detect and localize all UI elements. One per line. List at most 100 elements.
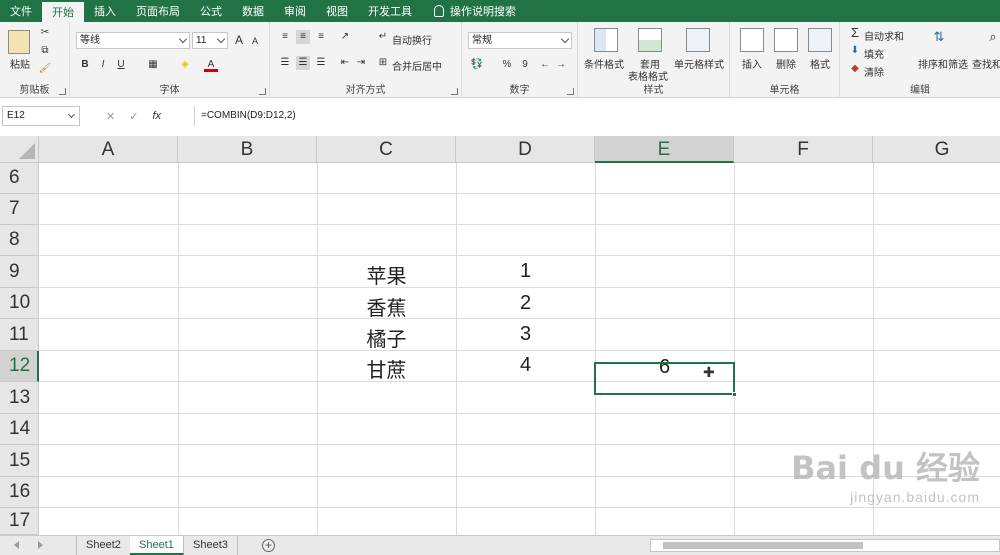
alignment-launcher-icon[interactable]	[451, 88, 458, 95]
autosum-button[interactable]: 自动求和	[864, 28, 904, 43]
row-header-11[interactable]: 11	[0, 319, 39, 351]
clipboard-launcher-icon[interactable]	[59, 88, 66, 95]
tab-page-layout[interactable]: 页面布局	[126, 0, 190, 22]
row-header-16[interactable]: 16	[0, 477, 39, 508]
border-icon[interactable]: ▦	[146, 58, 160, 72]
column-header-d[interactable]: D	[456, 136, 595, 163]
grow-font-button[interactable]: A	[232, 33, 246, 47]
tab-insert[interactable]: 插入	[84, 0, 126, 22]
cell-c10[interactable]: 香蕉	[317, 292, 456, 321]
number-launcher-icon[interactable]	[567, 88, 574, 95]
select-all-button[interactable]	[0, 136, 39, 163]
formula-input[interactable]: =COMBIN(D9:D12,2)	[194, 106, 998, 126]
underline-button[interactable]: U	[114, 58, 128, 72]
tab-view[interactable]: 视图	[316, 0, 358, 22]
cell-d10[interactable]: 2	[456, 292, 595, 315]
tell-me-search[interactable]: 操作说明搜索	[422, 0, 516, 22]
percent-button[interactable]: %	[500, 58, 514, 72]
find-select-icon[interactable]: ⌕	[986, 30, 1000, 44]
insert-cells-button[interactable]: 插入	[742, 56, 762, 71]
enter-icon[interactable]: ✓	[129, 110, 138, 123]
cell-d12[interactable]: 4	[456, 354, 595, 377]
font-color-button[interactable]: A	[204, 58, 218, 72]
column-header-a[interactable]: A	[39, 136, 178, 163]
row-header-10[interactable]: 10	[0, 288, 39, 319]
merge-center-button[interactable]: 合并后居中	[392, 58, 442, 73]
fill-color-icon[interactable]: ◈	[178, 58, 192, 72]
accounting-format-icon[interactable]: 💱	[470, 58, 484, 72]
merge-center-icon[interactable]: ⊞	[376, 56, 390, 70]
column-header-g[interactable]: G	[873, 136, 1000, 163]
column-header-e[interactable]: E	[595, 136, 734, 163]
tab-review[interactable]: 审阅	[274, 0, 316, 22]
tab-formulas[interactable]: 公式	[190, 0, 232, 22]
row-header-9[interactable]: 9	[0, 256, 39, 288]
align-middle-icon[interactable]: ≡	[296, 30, 310, 44]
row-header-7[interactable]: 7	[0, 194, 39, 225]
sort-filter-button[interactable]: 排序和筛选	[918, 56, 968, 71]
find-select-button[interactable]: 查找和	[972, 56, 1000, 71]
scrollbar-thumb[interactable]	[663, 542, 863, 549]
name-box[interactable]: E12	[2, 106, 80, 126]
orientation-icon[interactable]: ↗	[338, 30, 352, 44]
cell-c12[interactable]: 甘蔗	[317, 354, 456, 383]
cell-d11[interactable]: 3	[456, 323, 595, 346]
delete-cells-icon[interactable]	[774, 28, 798, 52]
sheet-tab-sheet2[interactable]: Sheet2	[76, 536, 131, 555]
autosum-icon[interactable]: Σ	[848, 26, 862, 40]
conditional-formatting-icon[interactable]	[594, 28, 618, 52]
fill-icon[interactable]: ⬇	[848, 44, 862, 58]
cell-d9[interactable]: 1	[456, 260, 595, 283]
wrap-text-icon[interactable]: ↵	[376, 30, 390, 44]
conditional-formatting-button[interactable]: 条件格式	[584, 56, 624, 71]
sheet-tab-sheet3[interactable]: Sheet3	[184, 536, 238, 555]
format-cells-icon[interactable]	[808, 28, 832, 52]
align-center-icon[interactable]: ☰	[296, 56, 310, 70]
format-cells-button[interactable]: 格式	[810, 56, 830, 71]
decrease-indent-icon[interactable]: ⇤	[338, 56, 352, 70]
row-header-8[interactable]: 8	[0, 225, 39, 256]
align-left-icon[interactable]: ☰	[278, 56, 292, 70]
column-header-b[interactable]: B	[178, 136, 317, 163]
italic-button[interactable]: I	[96, 58, 110, 72]
comma-style-button[interactable]: 9	[518, 58, 532, 72]
format-painter-icon[interactable]: 🖌	[38, 62, 52, 76]
wrap-text-button[interactable]: 自动换行	[392, 32, 432, 47]
tab-developer[interactable]: 开发工具	[358, 0, 422, 22]
row-header-14[interactable]: 14	[0, 414, 39, 445]
scroll-right-icon[interactable]	[38, 541, 43, 549]
row-header-15[interactable]: 15	[0, 445, 39, 477]
number-format-select[interactable]: 常规	[468, 32, 572, 49]
row-header-6[interactable]: 6	[0, 163, 39, 194]
add-sheet-icon[interactable]: +	[262, 539, 275, 552]
sheet-tab-sheet1[interactable]: Sheet1	[130, 536, 184, 555]
horizontal-scrollbar[interactable]	[650, 539, 1000, 552]
decrease-decimal-icon[interactable]: →	[554, 58, 568, 72]
fill-button[interactable]: 填充	[864, 46, 884, 61]
increase-indent-icon[interactable]: ⇥	[354, 56, 368, 70]
worksheet-grid[interactable]: A B C D E F G 6 7 8 9 10 11 12 13 14 15 …	[0, 136, 1000, 535]
font-size-select[interactable]: 11	[192, 32, 228, 49]
sort-filter-icon[interactable]: ⇅	[932, 30, 946, 44]
clear-button[interactable]: 清除	[864, 64, 884, 79]
copy-icon[interactable]: ⧉	[38, 44, 52, 58]
shrink-font-button[interactable]: A	[248, 34, 262, 48]
font-name-select[interactable]: 等线	[76, 32, 190, 49]
tab-data[interactable]: 数据	[232, 0, 274, 22]
cell-c9[interactable]: 苹果	[317, 260, 456, 289]
tab-file[interactable]: 文件	[0, 0, 42, 22]
cancel-icon[interactable]: ✕	[106, 110, 115, 123]
delete-cells-button[interactable]: 删除	[776, 56, 796, 71]
row-header-12[interactable]: 12	[0, 351, 39, 382]
cell-styles-icon[interactable]	[686, 28, 710, 52]
tab-home[interactable]: 开始	[42, 2, 84, 22]
format-as-table-icon[interactable]	[638, 28, 662, 52]
row-header-13[interactable]: 13	[0, 382, 39, 414]
bold-button[interactable]: B	[78, 58, 92, 72]
clear-icon[interactable]: ◆	[848, 62, 862, 76]
cell-styles-button[interactable]: 单元格样式	[674, 56, 724, 71]
align-bottom-icon[interactable]: ≡	[314, 30, 328, 44]
align-top-icon[interactable]: ≡	[278, 30, 292, 44]
cell-c11[interactable]: 橘子	[317, 323, 456, 352]
scroll-left-icon[interactable]	[14, 541, 19, 549]
